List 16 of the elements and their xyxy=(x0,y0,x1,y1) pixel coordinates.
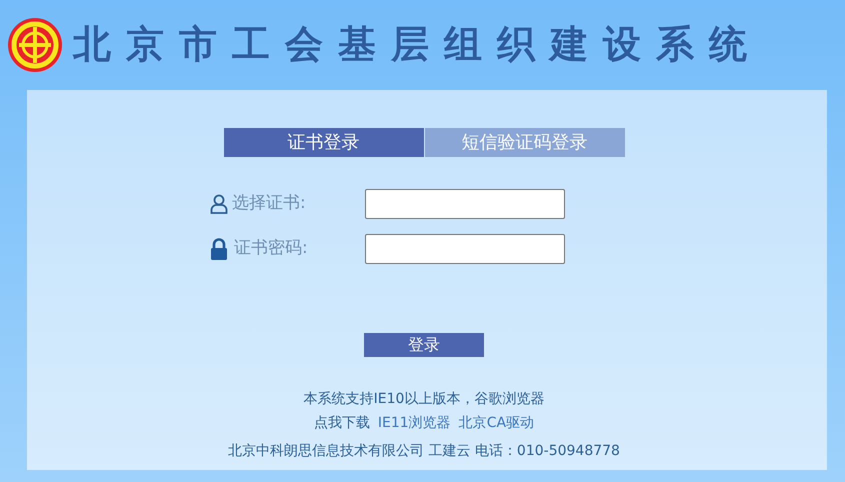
company-info: 北京中科朗思信息技术有限公司 工建云 电话：010-50948778 xyxy=(228,443,620,459)
password-field[interactable] xyxy=(365,234,565,264)
login-tab[interactable]: 短信验证码登录 xyxy=(424,128,624,157)
field-label: 选择证书: xyxy=(232,192,306,216)
field-label: 证书密码: xyxy=(234,237,308,260)
system-title: 北京市工会基层组织建设系统 xyxy=(73,22,762,68)
download-link[interactable]: IE11浏览器 xyxy=(378,413,451,434)
certificate-select[interactable] xyxy=(365,189,565,219)
login-tab[interactable]: 证书登录 xyxy=(224,128,424,157)
support-text: 本系统支持IE10以上版本，谷歌浏览器 xyxy=(304,391,544,407)
login-button[interactable]: 登录 xyxy=(364,333,484,357)
user-icon xyxy=(210,194,228,214)
download-label: 点我下载 xyxy=(314,414,370,433)
logo-icon xyxy=(7,17,63,73)
download-link[interactable]: 北京CA驱动 xyxy=(458,413,534,434)
lock-icon xyxy=(210,238,228,260)
